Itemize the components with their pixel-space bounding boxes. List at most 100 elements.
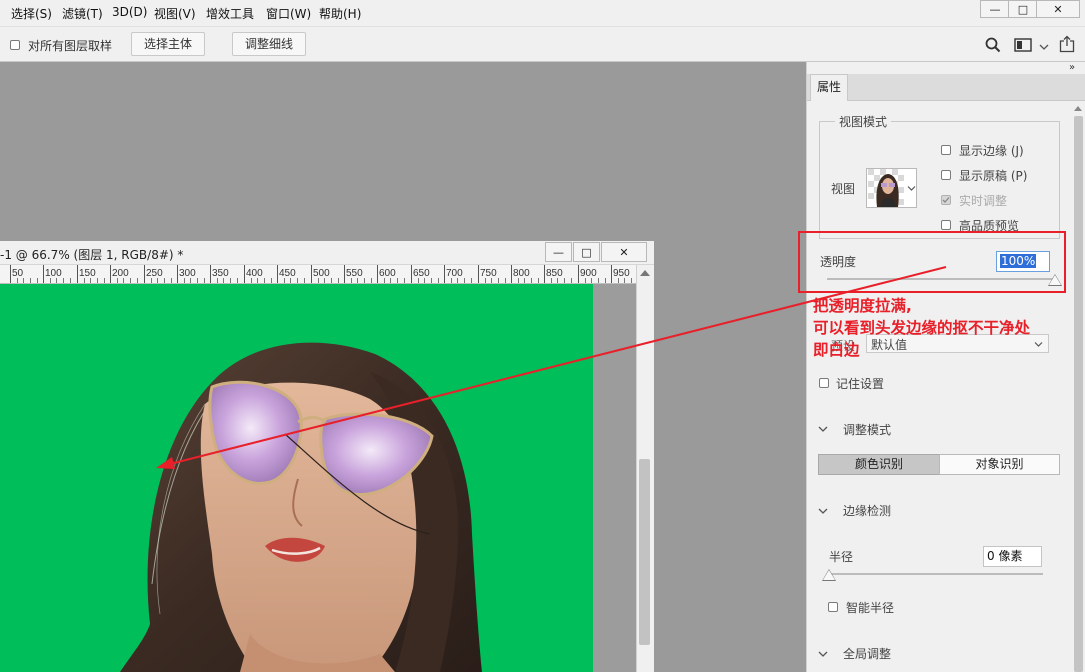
view-label: 视图	[831, 182, 856, 196]
ruler-minor-tick	[237, 278, 238, 283]
ruler-minor-tick	[37, 278, 38, 283]
panel-collapse-icon[interactable]: »	[1069, 62, 1075, 73]
ruler-label: 700	[446, 268, 463, 279]
ruler-major-tick	[277, 265, 278, 283]
show-original-checkbox[interactable]	[941, 170, 951, 180]
ruler-minor-tick	[151, 278, 152, 283]
ruler-major-tick	[444, 265, 445, 283]
ruler-minor-tick	[451, 278, 452, 283]
show-edge-checkbox[interactable]	[941, 145, 951, 155]
doc-maximize-button[interactable]: □	[573, 242, 600, 262]
tab-properties[interactable]: 属性	[810, 74, 848, 101]
view-mode-dropdown[interactable]	[866, 168, 917, 208]
canvas-area[interactable]	[0, 284, 636, 672]
ruler-minor-tick	[471, 278, 472, 283]
document-title-bar[interactable]: -1 @ 66.7% (图层 1, RGB/8#) * — □ ✕	[0, 241, 654, 265]
menu-view[interactable]: 视图(V)	[154, 5, 196, 22]
ruler-label: 650	[413, 268, 430, 279]
high-quality-checkbox[interactable]	[941, 220, 951, 230]
ruler-minor-tick	[397, 278, 398, 283]
ruler-minor-tick	[384, 278, 385, 283]
panel-scrollbar-thumb[interactable]	[1074, 116, 1083, 672]
ruler-minor-tick	[271, 278, 272, 283]
ruler-label: 800	[513, 268, 530, 279]
ruler-minor-tick	[424, 278, 425, 283]
ruler-minor-tick	[318, 278, 319, 283]
app-minimize-button[interactable]: —	[980, 0, 1010, 18]
global-refine-chevron-icon[interactable]	[818, 650, 828, 658]
panel-scroll-up-icon[interactable]	[1074, 106, 1082, 111]
ruler-minor-tick	[524, 278, 525, 283]
search-icon[interactable]	[984, 36, 1002, 54]
ruler-minor-tick	[63, 278, 64, 283]
remember-settings-checkbox[interactable]	[819, 378, 829, 388]
properties-panel: » 属性 视图模式 视图 显示边缘 (J) 显示原稿 (P) 实时调整 高品质预…	[806, 62, 1085, 672]
photo-canvas	[0, 284, 593, 672]
global-refine-header[interactable]: 全局调整	[843, 645, 891, 662]
ruler-label: 750	[480, 268, 497, 279]
ruler-label: 900	[580, 268, 597, 279]
ruler-minor-tick	[457, 278, 458, 283]
ruler-minor-tick	[498, 278, 499, 283]
workspace-icon[interactable]	[1014, 38, 1032, 52]
scrollbar-thumb[interactable]	[639, 459, 650, 645]
chevron-down-icon[interactable]	[1039, 40, 1049, 50]
ruler-minor-tick	[324, 278, 325, 283]
ruler-major-tick	[311, 265, 312, 283]
ruler-minor-tick	[217, 278, 218, 283]
select-subject-button[interactable]: 选择主体	[131, 32, 205, 56]
ruler-minor-tick	[84, 278, 85, 283]
ruler-minor-tick	[571, 278, 572, 283]
adjust-mode-chevron-icon[interactable]	[818, 425, 828, 433]
ruler-major-tick	[77, 265, 78, 283]
share-icon[interactable]	[1059, 35, 1075, 53]
ruler-label: 600	[379, 268, 396, 279]
ruler-major-tick	[411, 265, 412, 283]
annotation-highlight-box	[798, 231, 1066, 293]
menu-window[interactable]: 窗口(W)	[266, 5, 311, 22]
ruler-label: 500	[313, 268, 330, 279]
app-maximize-button[interactable]: □	[1008, 0, 1038, 18]
ruler-minor-tick	[585, 278, 586, 283]
color-aware-button[interactable]: 颜色识别	[818, 454, 940, 475]
doc-minimize-button[interactable]: —	[545, 242, 572, 262]
ruler-major-tick	[177, 265, 178, 283]
smart-radius-checkbox[interactable]	[828, 602, 838, 612]
ruler-minor-tick	[591, 278, 592, 283]
remember-settings-label: 记住设置	[836, 377, 885, 391]
edge-detection-chevron-icon[interactable]	[818, 507, 828, 515]
app-close-button[interactable]: ✕	[1036, 0, 1080, 18]
ruler-minor-tick	[264, 278, 265, 283]
sample-all-layers-checkbox[interactable]	[10, 40, 20, 50]
panel-scrollbar[interactable]	[1072, 102, 1084, 672]
radius-slider-track[interactable]	[829, 573, 1043, 575]
ruler-major-tick	[43, 265, 44, 283]
ruler-minor-tick	[23, 278, 24, 283]
panel-tab-strip	[807, 74, 1085, 101]
menu-select[interactable]: 选择(S)	[11, 5, 52, 22]
ruler-minor-tick	[338, 278, 339, 283]
menu-plugins[interactable]: 增效工具	[206, 5, 254, 22]
ruler-minor-tick	[204, 278, 205, 283]
object-aware-button[interactable]: 对象识别	[939, 454, 1060, 475]
show-original-label: 显示原稿 (P)	[959, 169, 1028, 183]
ruler-minor-tick	[551, 278, 552, 283]
ruler-minor-tick	[605, 278, 606, 283]
vertical-scrollbar[interactable]	[636, 265, 654, 672]
doc-close-button[interactable]: ✕	[601, 242, 647, 262]
scroll-up-arrow-icon[interactable]	[640, 270, 650, 276]
ruler-major-tick	[377, 265, 378, 283]
realtime-checkbox	[941, 195, 951, 205]
menu-help[interactable]: 帮助(H)	[319, 5, 361, 22]
radius-input[interactable]: 0 像素	[983, 546, 1042, 567]
ruler-minor-tick	[418, 278, 419, 283]
refine-hair-button[interactable]: 调整细线	[232, 32, 306, 56]
menu-filter[interactable]: 滤镜(T)	[62, 5, 103, 22]
adjust-mode-header[interactable]: 调整模式	[843, 421, 891, 438]
ruler-minor-tick	[117, 278, 118, 283]
edge-detection-header[interactable]: 边缘检测	[843, 502, 891, 519]
menu-3d[interactable]: 3D(D)	[112, 5, 147, 19]
ruler-label: 150	[79, 268, 96, 279]
ruler-minor-tick	[290, 278, 291, 283]
ruler-label: 400	[246, 268, 263, 279]
